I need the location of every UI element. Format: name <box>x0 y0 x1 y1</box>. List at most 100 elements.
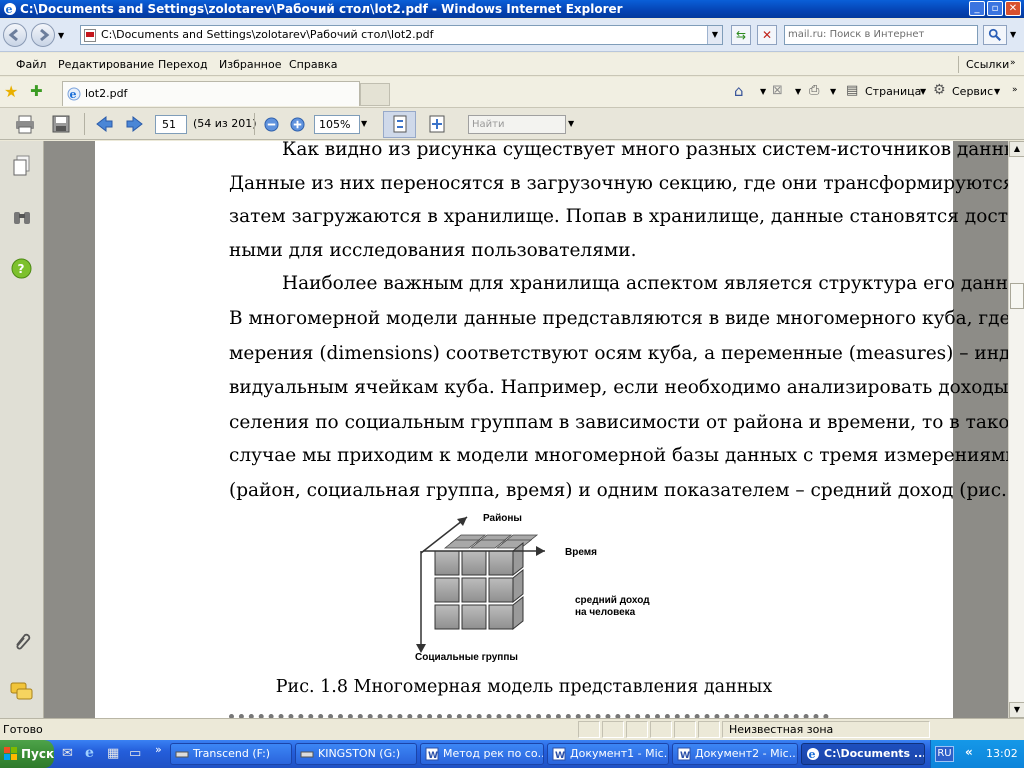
tab-lot2-pdf[interactable]: e lot2.pdf <box>62 81 360 106</box>
text-line: случае мы приходим к модели многомерной … <box>229 445 1008 466</box>
add-favorite-icon[interactable]: ✚ <box>30 82 43 100</box>
task-kingston[interactable]: KINGSTON (G:) <box>295 743 417 765</box>
pdf-viewer[interactable]: Как видно из рисунка существует много ра… <box>44 141 1008 718</box>
task-label: Документ1 - Mic... <box>570 747 669 760</box>
security-zone-panel[interactable]: Неизвестная зона <box>722 721 930 738</box>
search-input[interactable]: mail.ru: Поиск в Интернет <box>784 25 978 45</box>
menu-help[interactable]: Справка <box>289 58 337 71</box>
back-button[interactable] <box>3 23 27 47</box>
new-tab-button[interactable] <box>360 83 390 106</box>
task-word-document2[interactable]: W Документ2 - Mic... <box>672 743 798 765</box>
fit-page-button[interactable] <box>383 111 416 138</box>
find-dropdown-icon[interactable]: ▼ <box>568 119 574 128</box>
zoom-level-select[interactable]: 105% <box>314 115 360 134</box>
page-menu-dropdown-icon[interactable]: ▼ <box>920 87 926 96</box>
windows-flag-icon <box>4 747 17 760</box>
quicklaunch-mail-icon[interactable]: ✉ <box>62 746 73 761</box>
print-button[interactable] <box>15 114 35 134</box>
quicklaunch-desktop-icon[interactable]: ▭ <box>129 746 141 761</box>
cube-figure <box>416 516 545 653</box>
windows-taskbar: Пуск ✉ e ▦ ▭ » Transcend (F:) KINGSTON (… <box>0 740 1024 768</box>
menu-favorites[interactable]: Избранное <box>219 58 281 71</box>
search-options-dropdown-icon[interactable]: ▼ <box>1010 30 1016 39</box>
links-chevron-icon[interactable]: » <box>1010 58 1016 68</box>
previous-page-button[interactable] <box>94 114 114 134</box>
status-bar: Готово Неизвестная зона <box>0 718 1024 740</box>
start-button[interactable]: Пуск <box>0 740 54 768</box>
task-word-method[interactable]: W Метод рек по со... <box>420 743 544 765</box>
forward-button[interactable] <box>31 23 55 47</box>
home-icon[interactable]: ⌂ <box>734 82 744 100</box>
figure-label-time: Время <box>565 547 597 558</box>
menu-file[interactable]: Файл <box>16 58 46 71</box>
find-input[interactable]: Найти <box>468 115 566 134</box>
svg-text:?: ? <box>18 262 25 276</box>
task-word-document1[interactable]: W Документ1 - Mic... <box>547 743 669 765</box>
address-dropdown-icon[interactable]: ▼ <box>707 26 722 44</box>
print-dropdown-icon[interactable]: ▼ <box>830 87 836 96</box>
print-icon[interactable]: ⎙ <box>809 83 819 98</box>
zoom-out-button[interactable] <box>264 117 279 132</box>
svg-text:e: e <box>809 748 816 761</box>
page-number-input[interactable]: 51 <box>155 115 187 134</box>
text-line: мерения (dimensions) соответствуют осям … <box>229 343 1008 364</box>
stop-button[interactable]: ✕ <box>757 25 777 45</box>
ie-page-icon: e <box>67 87 81 101</box>
task-internet-explorer[interactable]: e C:\Documents ... <box>801 743 925 765</box>
zoom-in-button[interactable] <box>290 117 305 132</box>
page-menu-icon: ▤ <box>846 83 859 98</box>
system-tray: RU « 13:02 <box>930 740 1024 768</box>
address-bar[interactable]: C:\Documents and Settings\zolotarev\Рабо… <box>80 25 723 45</box>
scroll-thumb[interactable] <box>1010 283 1024 309</box>
search-button[interactable] <box>983 25 1007 45</box>
scroll-down-button[interactable]: ▼ <box>1009 702 1024 718</box>
svg-text:e: e <box>70 88 77 101</box>
tray-expand-icon[interactable]: « <box>965 745 973 759</box>
pages-icon[interactable] <box>12 155 32 177</box>
ie-logo-icon: e <box>807 748 819 761</box>
vertical-scrollbar[interactable]: ▲ ▼ <box>1008 141 1024 718</box>
favorites-star-icon[interactable]: ★ <box>4 82 18 101</box>
recent-pages-dropdown-icon[interactable]: ▼ <box>58 31 64 40</box>
menu-go[interactable]: Переход <box>158 58 208 71</box>
axis-time-arrowhead <box>536 546 545 556</box>
refresh-button[interactable]: ⇆ <box>731 25 751 45</box>
tools-menu-button[interactable]: Сервис <box>952 85 993 98</box>
quicklaunch-ie-icon[interactable]: e <box>85 745 94 761</box>
quicklaunch-calculator-icon[interactable]: ▦ <box>107 746 119 761</box>
quicklaunch-chevron-icon[interactable]: » <box>155 743 162 756</box>
scroll-up-button[interactable]: ▲ <box>1009 141 1024 157</box>
figure-label-social-groups: Социальные группы <box>415 652 518 663</box>
drive-icon <box>175 751 189 758</box>
feeds-icon[interactable]: ⊠ <box>772 83 783 98</box>
zoom-dropdown-icon[interactable]: ▼ <box>361 119 367 128</box>
window-titlebar[interactable]: e C:\Documents and Settings\zolotarev\Ра… <box>0 0 1024 18</box>
next-page-button[interactable] <box>125 114 145 134</box>
toolbar-divider <box>254 113 255 135</box>
fit-width-button[interactable] <box>427 114 447 134</box>
ie-logo-icon: e <box>4 3 16 16</box>
tools-dropdown-icon[interactable]: ▼ <box>994 87 1000 96</box>
page-menu-button[interactable]: Страница <box>865 85 921 98</box>
save-button[interactable] <box>51 114 71 134</box>
menu-edit[interactable]: Редактирование <box>58 58 154 71</box>
language-indicator[interactable]: RU <box>935 746 954 762</box>
home-dropdown-icon[interactable]: ▼ <box>760 87 766 96</box>
close-button[interactable]: ✕ <box>1005 1 1021 16</box>
links-button[interactable]: Ссылки <box>966 58 1009 71</box>
cube-side-cells <box>512 541 524 631</box>
binoculars-icon[interactable] <box>12 209 32 227</box>
stop-icon: ✕ <box>761 28 773 42</box>
maximize-button[interactable]: ▫ <box>987 1 1003 16</box>
feeds-dropdown-icon[interactable]: ▼ <box>795 87 801 96</box>
task-transcend[interactable]: Transcend (F:) <box>170 743 292 765</box>
help-icon[interactable]: ? <box>11 258 32 279</box>
axis-regions-arrowhead <box>457 517 467 526</box>
attachments-paperclip-icon[interactable] <box>11 629 33 651</box>
comments-icon[interactable] <box>10 682 34 702</box>
toolbar-chevron-icon[interactable]: » <box>1012 85 1018 95</box>
window-title: C:\Documents and Settings\zolotarev\Рабо… <box>20 2 623 16</box>
minimize-button[interactable]: _ <box>969 1 985 16</box>
word-doc-icon: W <box>425 747 439 761</box>
clock[interactable]: 13:02 <box>986 747 1018 760</box>
